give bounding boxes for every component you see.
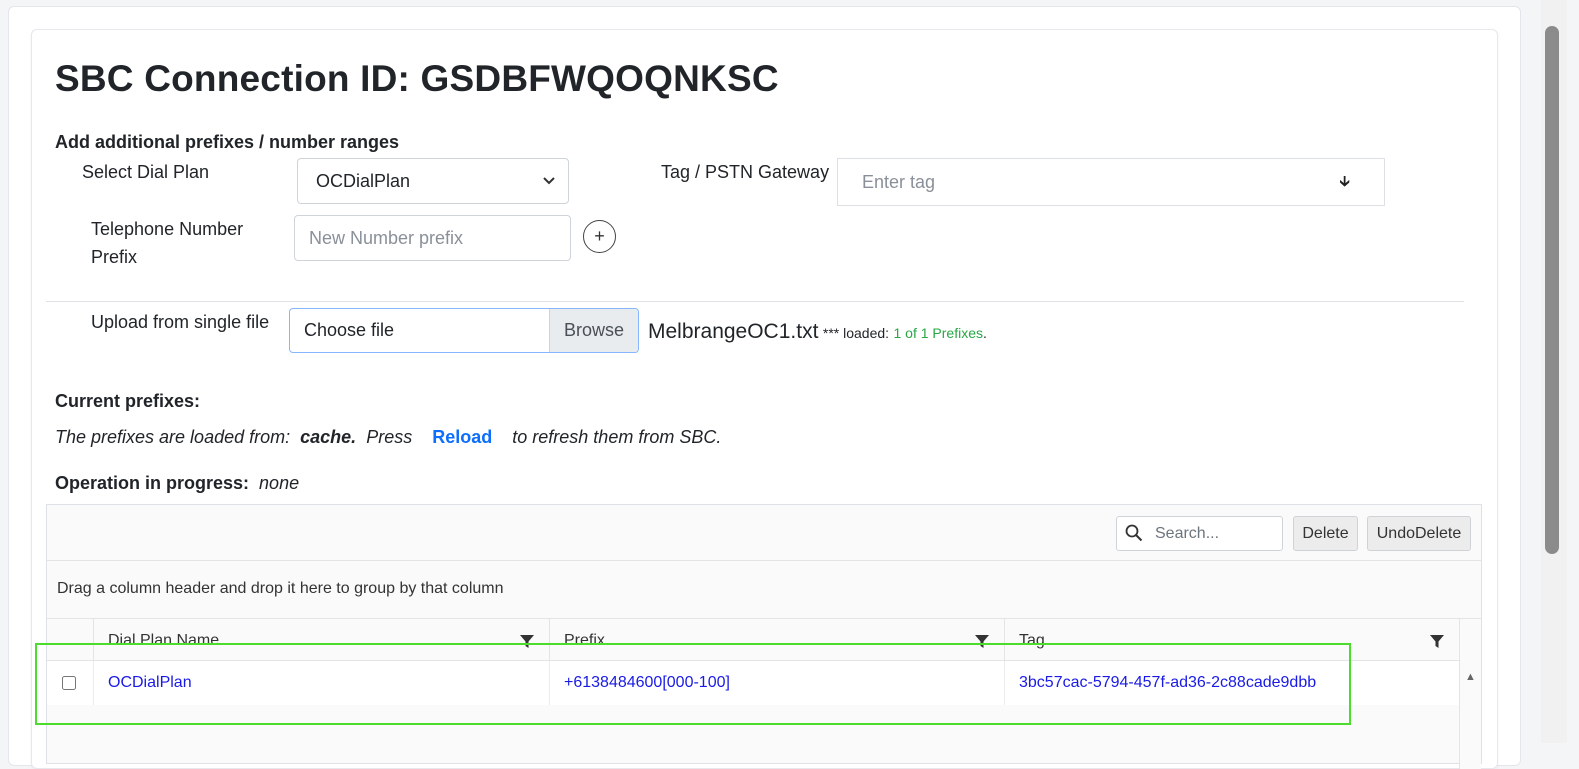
- arrow-down-icon[interactable]: 🡳: [1339, 159, 1350, 205]
- column-header-prefix-label: Prefix: [564, 632, 605, 649]
- reload-link[interactable]: Reload: [432, 427, 492, 447]
- delete-button[interactable]: Delete: [1293, 516, 1358, 551]
- refresh-text: to refresh them from SBC.: [512, 427, 722, 447]
- chevron-down-icon: [542, 159, 556, 220]
- scroll-up-icon[interactable]: ▲: [1465, 671, 1476, 683]
- dial-plan-selected-value: OCDialPlan: [316, 171, 411, 191]
- column-header-dial-plan-label: Dial Plan Name: [108, 632, 220, 649]
- upload-label: Upload from single file: [91, 312, 270, 332]
- phone-prefix-label-line1: Telephone Number: [91, 219, 244, 239]
- grid-search-placeholder: Search...: [1155, 525, 1220, 542]
- prefix-grid: Search... Delete UndoDelete Drag a colum…: [46, 504, 1482, 769]
- loaded-filename: MelbrangeOC1.txt: [648, 320, 819, 343]
- loaded-text: *** loaded:: [822, 325, 890, 341]
- current-prefixes-heading: Current prefixes:: [55, 391, 201, 411]
- filter-icon[interactable]: [1429, 633, 1445, 649]
- browse-button[interactable]: Browse: [549, 309, 638, 352]
- column-header-dial-plan[interactable]: Dial Plan Name: [93, 619, 549, 661]
- grid-header-row: Dial Plan Name Prefix Tag: [47, 619, 1459, 661]
- table-row[interactable]: OCDialPlan +6138484600[000-100] 3bc57cac…: [47, 661, 1459, 705]
- operation-value: none: [259, 473, 300, 493]
- tag-cell[interactable]: 3bc57cac-5794-457f-ad36-2c88cade9dbb: [1004, 661, 1459, 705]
- dial-plan-select[interactable]: OCDialPlan: [297, 158, 569, 204]
- grid-search-input[interactable]: Search...: [1116, 516, 1283, 551]
- prefix-cell[interactable]: +6138484600[000-100]: [549, 661, 1004, 705]
- loaded-status: MelbrangeOC1.txt *** loaded: 1 of 1 Pref…: [648, 320, 987, 344]
- dial-plan-cell[interactable]: OCDialPlan: [93, 661, 549, 705]
- search-icon: [1125, 524, 1143, 542]
- loaded-count: 1 of 1 Prefixes: [893, 325, 984, 341]
- grid-toolbar: Search... Delete UndoDelete: [47, 505, 1481, 561]
- loaded-from-prefix: The prefixes are loaded from:: [55, 427, 291, 447]
- add-prefix-button[interactable]: +: [583, 220, 616, 253]
- loaded-from-text: The prefixes are loaded from: cache. Pre…: [55, 427, 721, 448]
- undo-delete-button[interactable]: UndoDelete: [1367, 516, 1471, 551]
- operation-label: Operation in progress:: [55, 473, 250, 493]
- add-prefixes-heading: Add additional prefixes / number ranges: [55, 132, 400, 152]
- page-title: SBC Connection ID: GSDBFWQOQNKSC: [55, 58, 779, 99]
- column-header-tag-label: Tag: [1019, 632, 1045, 649]
- loaded-source: cache.: [300, 427, 357, 447]
- grid-vertical-scrollbar[interactable]: ▲: [1459, 619, 1481, 769]
- file-upload-input[interactable]: Choose file Browse: [289, 308, 639, 353]
- page-scrollbar-thumb[interactable]: [1545, 26, 1559, 554]
- filter-icon[interactable]: [519, 633, 535, 649]
- dial-plan-label: Select Dial Plan: [82, 162, 210, 182]
- row-checkbox[interactable]: [62, 675, 76, 690]
- column-header-prefix[interactable]: Prefix: [549, 619, 1004, 661]
- tag-label: Tag / PSTN Gateway: [661, 162, 830, 182]
- loaded-suffix: .: [983, 325, 987, 341]
- number-prefix-input[interactable]: New Number prefix: [294, 215, 571, 261]
- group-by-area[interactable]: Drag a column header and drop it here to…: [47, 561, 1481, 619]
- phone-prefix-label-line2: Prefix: [91, 247, 138, 267]
- filter-icon[interactable]: [974, 633, 990, 649]
- row-select-cell: [47, 661, 93, 705]
- operation-status: Operation in progress: none: [55, 473, 299, 494]
- column-header-tag[interactable]: Tag: [1004, 619, 1459, 661]
- press-text: Press: [366, 427, 413, 447]
- file-placeholder: Choose file: [304, 320, 395, 340]
- select-column-header: [47, 619, 93, 661]
- tag-input[interactable]: Enter tag 🡳: [837, 158, 1385, 206]
- tag-placeholder: Enter tag: [862, 172, 936, 192]
- section-divider: [46, 301, 1464, 302]
